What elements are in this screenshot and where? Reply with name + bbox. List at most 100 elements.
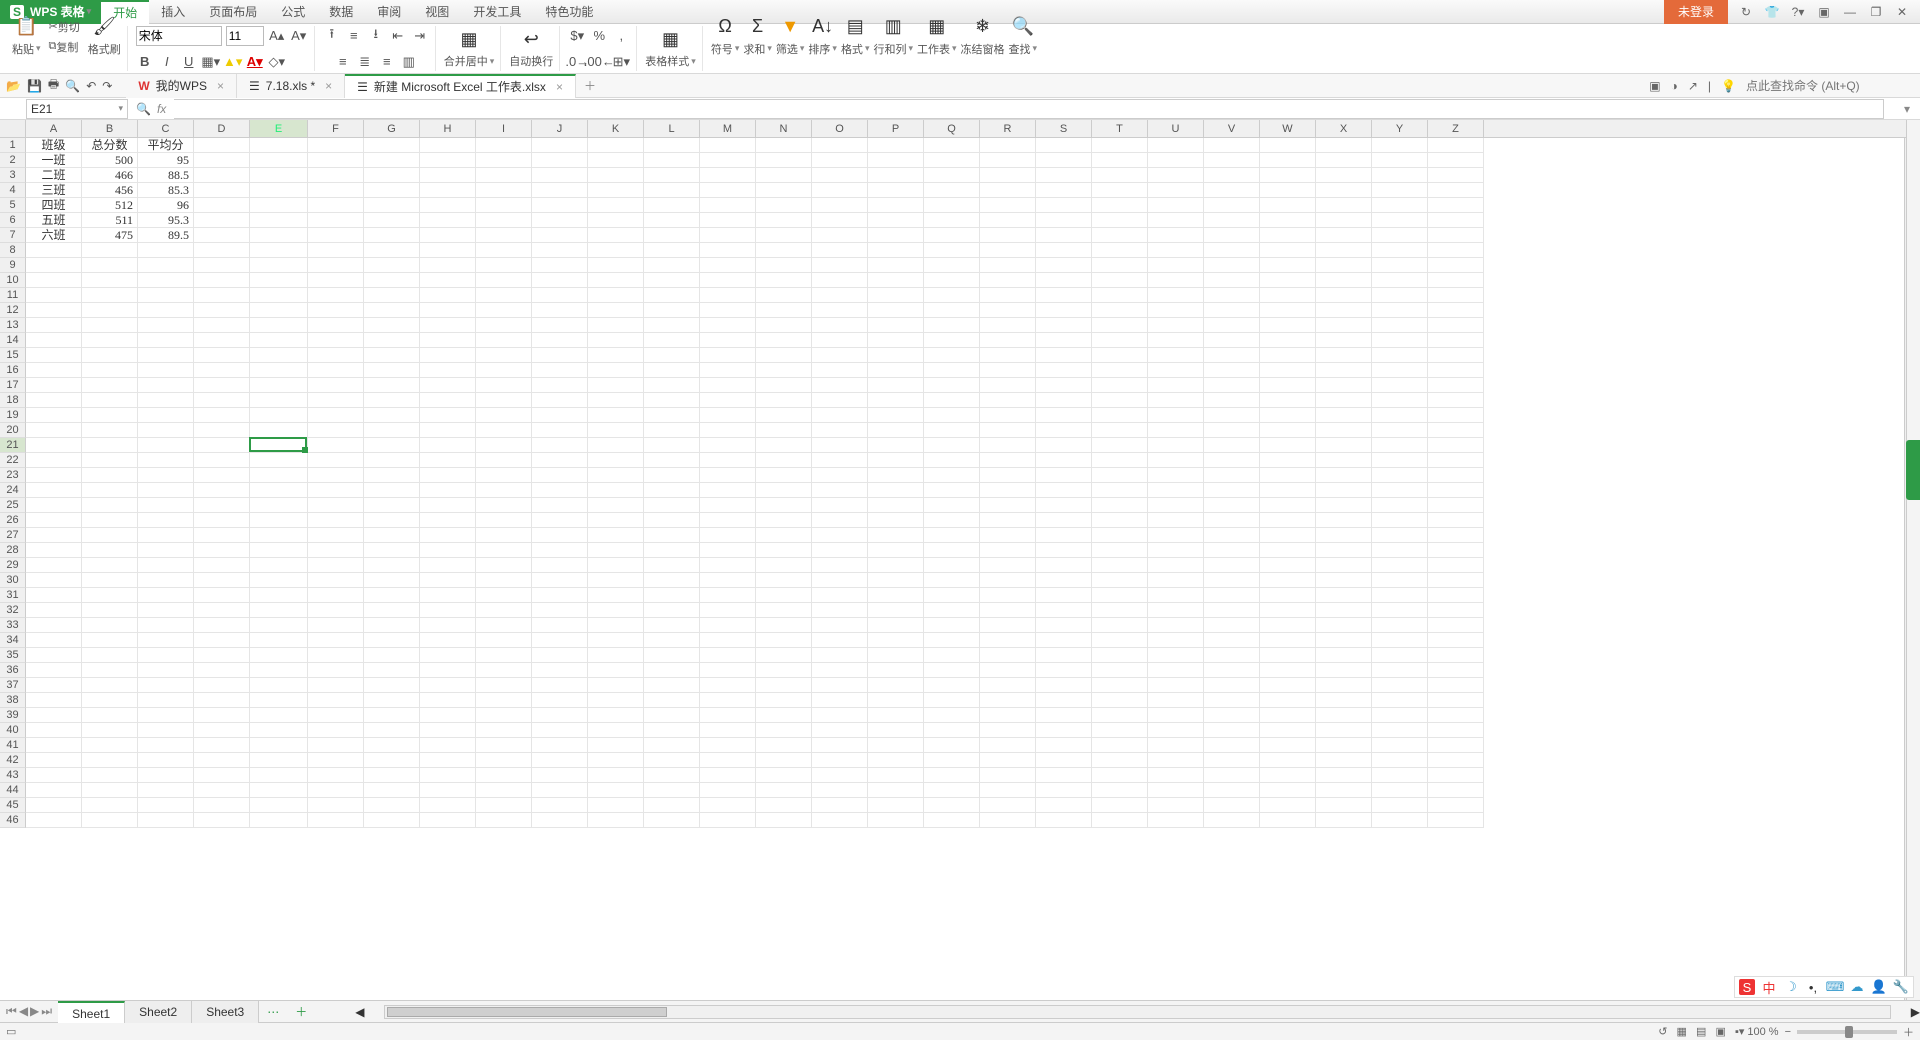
cell[interactable] <box>532 753 588 768</box>
help-icon[interactable]: ?▾ <box>1790 5 1806 19</box>
cell[interactable] <box>1260 318 1316 333</box>
cell[interactable] <box>868 243 924 258</box>
cell[interactable] <box>756 213 812 228</box>
cell[interactable] <box>1372 288 1428 303</box>
cell[interactable] <box>1036 678 1092 693</box>
cell[interactable] <box>924 678 980 693</box>
cell[interactable] <box>1260 543 1316 558</box>
cell[interactable] <box>868 663 924 678</box>
cell[interactable] <box>756 153 812 168</box>
cell[interactable] <box>588 573 644 588</box>
cell[interactable] <box>476 258 532 273</box>
cell[interactable] <box>250 378 308 393</box>
cell[interactable] <box>1148 678 1204 693</box>
cell[interactable] <box>1372 753 1428 768</box>
cell[interactable] <box>756 528 812 543</box>
cell[interactable] <box>308 498 364 513</box>
cell[interactable] <box>1372 678 1428 693</box>
cell[interactable] <box>308 423 364 438</box>
cell[interactable] <box>868 183 924 198</box>
cell[interactable] <box>644 498 700 513</box>
cell[interactable] <box>924 153 980 168</box>
cell[interactable] <box>194 708 250 723</box>
col-header-B[interactable]: B <box>82 120 138 137</box>
cell[interactable] <box>250 498 308 513</box>
cell[interactable] <box>82 663 138 678</box>
cell[interactable] <box>420 258 476 273</box>
cell[interactable] <box>1428 813 1484 828</box>
cell[interactable] <box>1148 543 1204 558</box>
zoom-out-button[interactable]: − <box>1785 1026 1791 1038</box>
zoom-level[interactable]: 100 % <box>1747 1026 1778 1038</box>
cell[interactable] <box>868 783 924 798</box>
cell[interactable] <box>250 408 308 423</box>
cell[interactable] <box>1204 228 1260 243</box>
cell[interactable] <box>812 498 868 513</box>
cell[interactable]: 95.3 <box>138 213 194 228</box>
cell[interactable] <box>420 783 476 798</box>
cell[interactable] <box>868 168 924 183</box>
cell[interactable] <box>700 633 756 648</box>
cell[interactable] <box>812 213 868 228</box>
cell[interactable] <box>194 768 250 783</box>
cell[interactable] <box>250 708 308 723</box>
cell[interactable] <box>700 423 756 438</box>
cell[interactable] <box>1372 273 1428 288</box>
cell[interactable] <box>476 633 532 648</box>
cell[interactable] <box>138 783 194 798</box>
cell[interactable] <box>588 213 644 228</box>
cell[interactable] <box>1036 243 1092 258</box>
open-icon[interactable]: 📂 <box>6 79 21 93</box>
cell[interactable] <box>82 393 138 408</box>
cell[interactable] <box>644 723 700 738</box>
cell[interactable] <box>194 798 250 813</box>
cell[interactable] <box>588 783 644 798</box>
cell[interactable] <box>1092 513 1148 528</box>
cell[interactable] <box>82 483 138 498</box>
cell[interactable]: 85.3 <box>138 183 194 198</box>
cell[interactable] <box>1428 318 1484 333</box>
select-all-corner[interactable] <box>0 120 26 137</box>
cell[interactable] <box>138 483 194 498</box>
cell[interactable] <box>532 228 588 243</box>
col-header-F[interactable]: F <box>308 120 364 137</box>
cell[interactable] <box>1428 468 1484 483</box>
cell[interactable] <box>532 288 588 303</box>
menu-tab-8[interactable]: 特色功能 <box>533 0 605 24</box>
cell[interactable] <box>924 633 980 648</box>
cell[interactable] <box>476 708 532 723</box>
cell[interactable] <box>588 558 644 573</box>
cell[interactable] <box>138 723 194 738</box>
cell[interactable] <box>980 168 1036 183</box>
cell[interactable] <box>1428 348 1484 363</box>
cell[interactable] <box>1036 498 1092 513</box>
cell[interactable] <box>1428 138 1484 153</box>
cell[interactable] <box>924 273 980 288</box>
table-style-button[interactable]: 表格样式▾ <box>645 53 696 69</box>
cell[interactable] <box>644 618 700 633</box>
cell[interactable] <box>1204 183 1260 198</box>
cell[interactable] <box>364 558 420 573</box>
cell[interactable] <box>1092 693 1148 708</box>
qa-icon-2[interactable]: ◑ <box>1671 79 1678 93</box>
cell[interactable] <box>924 198 980 213</box>
cell[interactable] <box>308 768 364 783</box>
cell[interactable] <box>812 798 868 813</box>
cell[interactable] <box>138 408 194 423</box>
cell[interactable] <box>250 333 308 348</box>
row-header[interactable]: 4 <box>0 183 26 198</box>
row-header[interactable]: 3 <box>0 168 26 183</box>
cell[interactable] <box>1204 438 1260 453</box>
cell[interactable] <box>588 708 644 723</box>
cell[interactable] <box>1148 198 1204 213</box>
cell[interactable] <box>1204 168 1260 183</box>
cell[interactable] <box>532 663 588 678</box>
cell[interactable] <box>1204 303 1260 318</box>
cell[interactable] <box>812 468 868 483</box>
cell[interactable] <box>82 603 138 618</box>
cell[interactable] <box>476 243 532 258</box>
col-header-L[interactable]: L <box>644 120 700 137</box>
cell[interactable] <box>420 498 476 513</box>
cell[interactable] <box>26 813 82 828</box>
cell[interactable] <box>476 423 532 438</box>
